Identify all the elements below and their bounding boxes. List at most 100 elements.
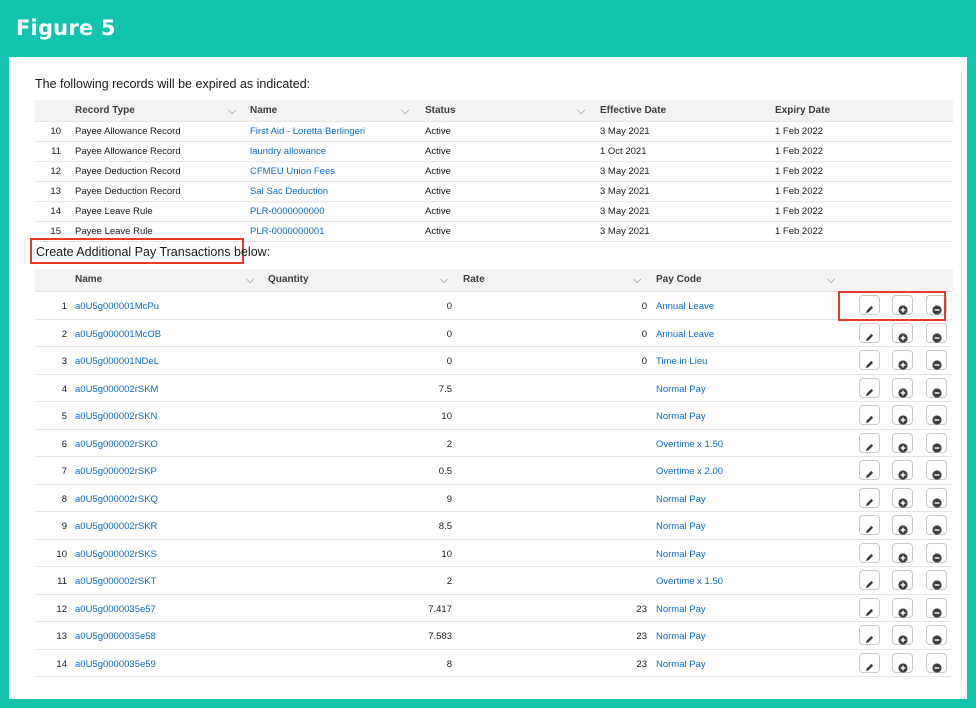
transaction-name-link[interactable]: a0U5g000002rSKP bbox=[75, 466, 157, 477]
add-button[interactable] bbox=[892, 597, 913, 618]
add-button[interactable] bbox=[892, 515, 913, 535]
edit-button[interactable] bbox=[859, 460, 880, 480]
column-header-pay-code[interactable]: Pay Code bbox=[656, 274, 702, 285]
pay-code-link[interactable]: Normal Pay bbox=[656, 604, 706, 615]
remove-button[interactable] bbox=[926, 487, 947, 508]
edit-button[interactable] bbox=[859, 597, 880, 618]
add-button[interactable] bbox=[892, 542, 913, 563]
pay-code-link[interactable]: Normal Pay bbox=[656, 384, 706, 395]
column-header-status[interactable]: Status bbox=[425, 105, 456, 116]
edit-button[interactable] bbox=[859, 432, 880, 453]
pay-code-link[interactable]: Normal Pay bbox=[656, 521, 706, 532]
record-name-link[interactable]: CFMEU Union Fees bbox=[250, 166, 335, 177]
transaction-name-link[interactable]: a0U5g0000035e58 bbox=[75, 631, 156, 642]
edit-button[interactable] bbox=[859, 377, 880, 398]
column-header-quantity[interactable]: Quantity bbox=[268, 274, 309, 285]
edit-button[interactable] bbox=[859, 542, 880, 563]
chevron-down-icon[interactable]: ⌵ bbox=[246, 274, 254, 287]
chevron-down-icon[interactable]: ⌵ bbox=[440, 274, 448, 287]
transaction-name-link[interactable]: a0U5g0000035e57 bbox=[75, 604, 156, 615]
scrollbar-track[interactable] bbox=[961, 71, 962, 699]
chevron-down-icon[interactable]: ⌵ bbox=[633, 274, 641, 287]
add-button[interactable] bbox=[892, 570, 913, 590]
transaction-name-link[interactable]: a0U5g000002rSKM bbox=[75, 384, 158, 395]
pay-code-link[interactable]: Time in Lieu bbox=[656, 356, 707, 367]
table-row: 14 a0U5g0000035e59 8 23 Normal Pay bbox=[35, 650, 953, 677]
edit-button[interactable] bbox=[859, 652, 880, 673]
remove-circle-icon bbox=[931, 580, 942, 590]
remove-button[interactable] bbox=[926, 405, 947, 425]
remove-button[interactable] bbox=[926, 377, 947, 398]
remove-button[interactable] bbox=[926, 652, 947, 673]
remove-button[interactable] bbox=[926, 432, 947, 453]
pay-code-link[interactable]: Normal Pay bbox=[656, 549, 706, 560]
add-button[interactable] bbox=[892, 432, 913, 453]
row-number: 13 bbox=[56, 631, 67, 642]
remove-button[interactable] bbox=[926, 625, 947, 645]
transaction-name-link[interactable]: a0U5g000001NDeL bbox=[75, 356, 159, 367]
edit-button[interactable] bbox=[859, 322, 880, 343]
remove-button[interactable] bbox=[926, 542, 947, 563]
edit-button[interactable] bbox=[859, 625, 880, 645]
remove-button[interactable] bbox=[926, 350, 947, 370]
add-button[interactable] bbox=[892, 405, 913, 425]
add-button[interactable] bbox=[892, 652, 913, 673]
remove-button[interactable] bbox=[926, 322, 947, 343]
add-button[interactable] bbox=[892, 460, 913, 480]
transaction-name-link[interactable]: a0U5g000002rSKS bbox=[75, 549, 157, 560]
pay-code-link[interactable]: Annual Leave bbox=[656, 329, 714, 340]
add-button[interactable] bbox=[892, 487, 913, 508]
transaction-name-link[interactable]: a0U5g000002rSKO bbox=[75, 439, 158, 450]
column-header-name[interactable]: Name bbox=[250, 105, 277, 116]
column-header-name[interactable]: Name bbox=[75, 274, 102, 285]
record-name-link[interactable]: First Aid - Loretta Berlingeri bbox=[250, 126, 365, 137]
pay-code-link[interactable]: Normal Pay bbox=[656, 659, 706, 670]
column-header-record-type[interactable]: Record Type bbox=[75, 105, 135, 116]
remove-button[interactable] bbox=[926, 515, 947, 535]
transaction-name-link[interactable]: a0U5g000002rSKR bbox=[75, 521, 157, 532]
record-name-link[interactable]: Sal Sac Deduction bbox=[250, 186, 328, 197]
column-header-effective-date[interactable]: Effective Date bbox=[600, 105, 666, 116]
edit-button[interactable] bbox=[859, 405, 880, 425]
pay-code-link[interactable]: Annual Leave bbox=[656, 301, 714, 312]
add-button[interactable] bbox=[892, 322, 913, 343]
pay-code-link[interactable]: Normal Pay bbox=[656, 494, 706, 505]
transaction-name-link[interactable]: a0U5g000001McPu bbox=[75, 301, 159, 312]
record-name-link[interactable]: PLR-0000000001 bbox=[250, 226, 324, 237]
add-button[interactable] bbox=[892, 350, 913, 370]
chevron-down-icon[interactable]: ⌵ bbox=[228, 105, 236, 118]
record-name-link[interactable]: PLR-0000000000 bbox=[250, 206, 324, 217]
table-header: Record Type ⌵ Name ⌵ Status ⌵ Effective … bbox=[35, 100, 953, 122]
chevron-down-icon[interactable]: ⌵ bbox=[827, 274, 835, 287]
content-panel: The following records will be expired as… bbox=[9, 57, 967, 699]
remove-button[interactable] bbox=[926, 460, 947, 480]
remove-button[interactable] bbox=[926, 570, 947, 590]
add-button[interactable] bbox=[892, 377, 913, 398]
record-name-link[interactable]: laundry allowance bbox=[250, 146, 326, 157]
pencil-icon bbox=[865, 608, 874, 617]
table-row: 12 Payee Deduction Record CFMEU Union Fees… bbox=[35, 162, 953, 182]
transaction-name-link[interactable]: a0U5g000002rSKN bbox=[75, 411, 157, 422]
pay-code-link[interactable]: Normal Pay bbox=[656, 631, 706, 642]
chevron-down-icon[interactable]: ⌵ bbox=[577, 105, 585, 118]
column-header-expiry-date[interactable]: Expiry Date bbox=[775, 105, 830, 116]
pay-code-link[interactable]: Overtime x 1.50 bbox=[656, 576, 723, 587]
add-circle-icon bbox=[897, 580, 908, 590]
edit-button[interactable] bbox=[859, 487, 880, 508]
transaction-name-link[interactable]: a0U5g0000035e59 bbox=[75, 659, 156, 670]
column-header-rate[interactable]: Rate bbox=[463, 274, 485, 285]
transaction-name-link[interactable]: a0U5g000001McOB bbox=[75, 329, 161, 340]
remove-button[interactable] bbox=[926, 597, 947, 618]
pay-code-link[interactable]: Overtime x 2.00 bbox=[656, 466, 723, 477]
chevron-down-icon[interactable]: ⌵ bbox=[401, 105, 409, 118]
edit-button[interactable] bbox=[859, 570, 880, 590]
edit-button[interactable] bbox=[859, 350, 880, 370]
pay-code-link[interactable]: Overtime x 1.50 bbox=[656, 439, 723, 450]
add-button[interactable] bbox=[892, 625, 913, 645]
row-number: 7 bbox=[61, 466, 67, 477]
pay-code-link[interactable]: Normal Pay bbox=[656, 411, 706, 422]
quantity: 10 bbox=[441, 411, 452, 422]
transaction-name-link[interactable]: a0U5g000002rSKQ bbox=[75, 494, 158, 505]
transaction-name-link[interactable]: a0U5g000002rSKT bbox=[75, 576, 156, 587]
edit-button[interactable] bbox=[859, 515, 880, 535]
